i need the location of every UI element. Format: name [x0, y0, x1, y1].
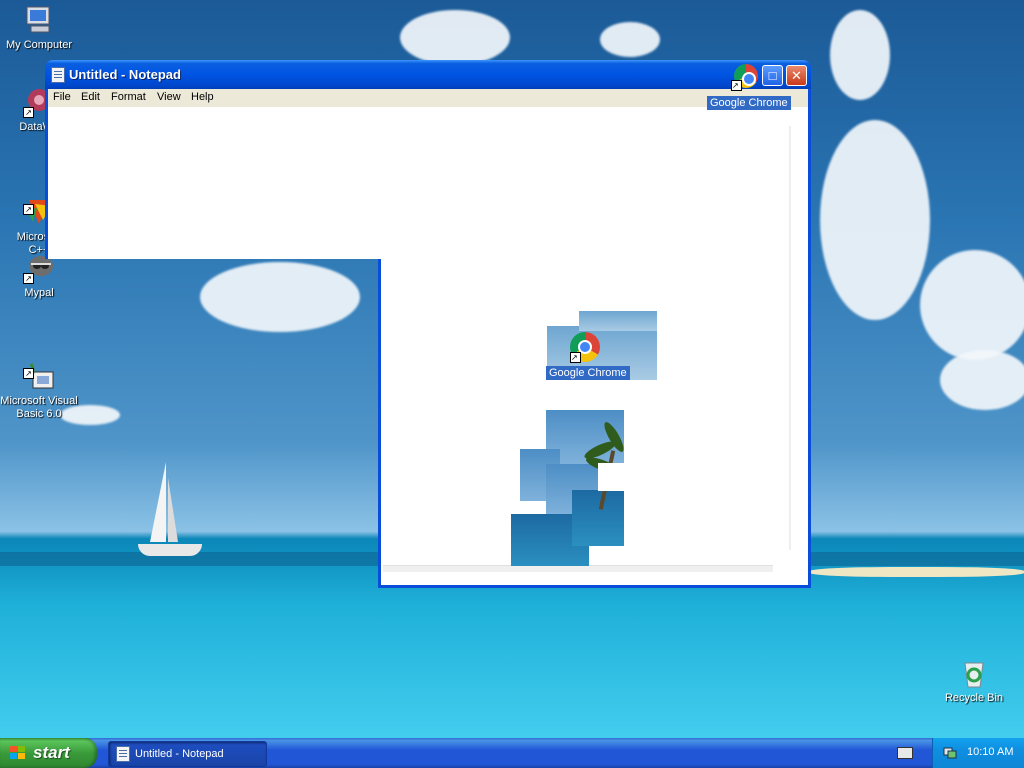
- close-button[interactable]: ✕: [786, 65, 807, 86]
- computer-icon: [23, 4, 55, 36]
- wallpaper-fragment: [579, 311, 657, 331]
- recycle-bin-icon: [958, 657, 990, 689]
- shortcut-arrow-icon: ↗: [23, 204, 34, 215]
- floating-chrome-icon-middle[interactable]: ↗ Google Chrome: [546, 330, 630, 382]
- desktop-icon-label: My Computer: [5, 39, 73, 51]
- cloud: [600, 22, 660, 57]
- taskbar-button-notepad[interactable]: Untitled - Notepad: [108, 741, 267, 767]
- start-label: start: [33, 743, 70, 762]
- shortcut-arrow-icon: ↗: [23, 273, 34, 284]
- menu-view[interactable]: View: [157, 91, 181, 103]
- desktop-icon-recycle-bin[interactable]: Recycle Bin: [935, 657, 1013, 705]
- menu-bar: File Edit Format View Help: [48, 89, 808, 107]
- taskbar: start Untitled - Notepad 10:10 AM: [0, 738, 1024, 768]
- system-tray: 10:10 AM: [932, 738, 1024, 768]
- keyboard-icon[interactable]: [897, 747, 913, 759]
- notepad-icon: [51, 67, 65, 83]
- floating-chrome-icon-top[interactable]: ↗ Google Chrome: [707, 64, 791, 112]
- text-area[interactable]: [45, 89, 811, 259]
- taskbar-button-label: Untitled - Notepad: [135, 748, 224, 760]
- wallpaper-fragment: [572, 490, 624, 546]
- menu-format[interactable]: Format: [111, 91, 146, 103]
- horizontal-scrollbar[interactable]: [383, 565, 773, 572]
- notepad-window[interactable]: Untitled - Notepad □ ✕ File Edit Format …: [45, 60, 811, 588]
- chrome-label: Google Chrome: [546, 366, 630, 380]
- window-title: Untitled - Notepad: [69, 67, 181, 82]
- title-bar[interactable]: Untitled - Notepad □ ✕: [45, 60, 811, 89]
- chrome-label: Google Chrome: [707, 96, 791, 110]
- shortcut-arrow-icon: ↗: [23, 368, 34, 379]
- menu-file[interactable]: File: [53, 91, 71, 103]
- menu-edit[interactable]: Edit: [81, 91, 100, 103]
- shortcut-arrow-icon: ↗: [570, 352, 581, 363]
- network-icon[interactable]: [943, 746, 957, 760]
- cloud: [940, 350, 1024, 410]
- white-gap: [598, 463, 624, 491]
- beach: [810, 567, 1024, 577]
- desktop-icon-my-computer[interactable]: My Computer: [0, 4, 78, 52]
- notepad-icon: [116, 746, 130, 762]
- windows-flag-icon: [10, 746, 26, 760]
- cloud: [920, 250, 1024, 360]
- cloud: [400, 10, 510, 65]
- start-button[interactable]: start: [0, 738, 97, 768]
- menu-help[interactable]: Help: [191, 91, 214, 103]
- cloud: [820, 120, 930, 320]
- desktop-icon-label: Recycle Bin: [944, 692, 1004, 704]
- cloud: [830, 10, 890, 100]
- clock[interactable]: 10:10 AM: [967, 746, 1013, 758]
- shortcut-arrow-icon: ↗: [731, 80, 742, 91]
- vertical-scrollbar[interactable]: [789, 126, 791, 550]
- shortcut-arrow-icon: ↗: [23, 107, 34, 118]
